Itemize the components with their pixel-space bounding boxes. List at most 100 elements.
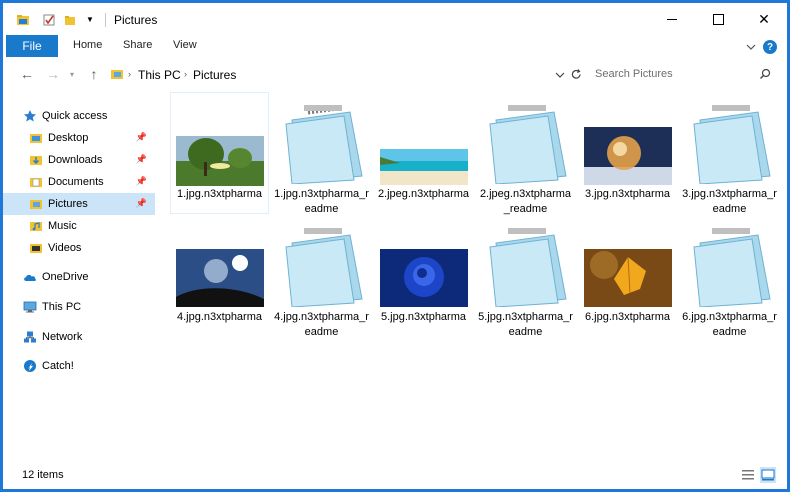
sidebar-item-label: Music <box>48 220 77 232</box>
maximize-button[interactable] <box>695 3 741 35</box>
help-button[interactable]: ? <box>763 40 777 54</box>
back-button[interactable]: ← <box>18 65 36 83</box>
notepad-icon <box>285 228 363 307</box>
search-icon[interactable] <box>759 68 771 80</box>
breadcrumb-this-pc[interactable]: This PC <box>138 68 181 82</box>
address-bar[interactable]: › This PC › Pictures <box>106 64 582 85</box>
title-separator <box>105 13 106 27</box>
navigation-pane: Quick access Desktop 📌 Downloads 📌 Docum… <box>3 99 155 389</box>
sidebar-item-label: Catch! <box>42 360 74 372</box>
file-name: 6.jpg.n3xtpharma_readme <box>682 311 777 338</box>
tab-file[interactable]: File <box>6 35 58 57</box>
file-item[interactable]: 3.jpg.n3xtpharma_readme <box>681 93 778 215</box>
file-item[interactable]: 4.jpg.n3xtpharma <box>171 217 268 337</box>
notepad-icon <box>489 105 567 184</box>
star-icon <box>24 110 36 122</box>
sidebar-item-desktop[interactable]: Desktop 📌 <box>29 127 155 149</box>
image-thumbnail <box>176 249 264 307</box>
new-folder-icon[interactable] <box>63 12 77 28</box>
explorer-window: ▼ Pictures ✕ File Home Share View ? ← → … <box>0 0 790 492</box>
notepad-icon <box>285 105 363 184</box>
image-thumbnail <box>584 127 672 185</box>
file-item[interactable]: 2.jpeg.n3xtpharma_readme <box>477 93 574 215</box>
sidebar-item-downloads[interactable]: Downloads 📌 <box>29 149 155 171</box>
tab-home[interactable]: Home <box>73 39 102 51</box>
refresh-icon[interactable] <box>570 68 583 81</box>
close-button[interactable]: ✕ <box>741 3 787 35</box>
file-item[interactable]: 5.jpg.n3xtpharma_readme <box>477 217 574 338</box>
sidebar-item-videos[interactable]: Videos <box>29 237 155 259</box>
details-view-icon[interactable] <box>740 467 756 483</box>
folder-app-icon <box>17 15 29 25</box>
ribbon-tabs: File Home Share View ? <box>3 35 787 59</box>
image-thumbnail <box>380 149 468 185</box>
sidebar-item-pictures[interactable]: Pictures 📌 <box>3 193 155 215</box>
downloads-folder-icon <box>30 156 42 165</box>
properties-checkbox-icon[interactable] <box>42 12 56 28</box>
pictures-folder-icon <box>30 200 42 209</box>
music-folder-icon <box>30 222 42 231</box>
pin-icon[interactable]: 📌 <box>136 176 147 187</box>
file-name: 1.jpg.n3xtpharma_readme <box>274 188 369 215</box>
breadcrumb-pictures[interactable]: Pictures <box>193 68 236 82</box>
tab-view[interactable]: View <box>173 39 197 51</box>
file-name: 5.jpg.n3xtpharma <box>381 311 466 323</box>
file-item[interactable]: 1.jpg.n3xtpharma_readme <box>273 93 370 215</box>
sidebar-item-music[interactable]: Music <box>29 215 155 237</box>
file-item[interactable]: 6.jpg.n3xtpharma <box>579 217 676 337</box>
sidebar-item-catch[interactable]: Catch! <box>23 355 155 377</box>
sidebar-item-label: Quick access <box>42 110 108 122</box>
computer-icon <box>23 301 37 313</box>
sidebar-item-network[interactable]: Network <box>23 326 155 348</box>
close-icon: ✕ <box>758 10 770 27</box>
network-icon <box>24 331 36 343</box>
file-item[interactable]: 5.jpg.n3xtpharma <box>375 217 472 337</box>
minimize-button[interactable] <box>649 3 695 35</box>
customize-toolbar-dropdown[interactable]: ▼ <box>86 15 94 31</box>
forward-button[interactable]: → <box>44 65 62 83</box>
sidebar-item-documents[interactable]: Documents 📌 <box>29 171 155 193</box>
pin-icon[interactable]: 📌 <box>136 154 147 165</box>
up-button[interactable]: ↑ <box>85 65 103 83</box>
file-name: 4.jpg.n3xtpharma <box>177 311 262 323</box>
file-name: 3.jpg.n3xtpharma_readme <box>682 188 777 215</box>
sidebar-item-label: Documents <box>48 176 104 188</box>
image-thumbnail <box>380 249 468 307</box>
file-item[interactable]: 4.jpg.n3xtpharma_readme <box>273 217 370 338</box>
search-input[interactable]: Search Pictures <box>595 68 673 80</box>
sidebar-item-label: Videos <box>48 242 82 254</box>
status-bar: 12 items <box>3 465 787 489</box>
file-name: 5.jpg.n3xtpharma_readme <box>478 311 573 338</box>
expand-ribbon-icon[interactable] <box>745 41 757 53</box>
sidebar-item-onedrive[interactable]: OneDrive <box>23 266 155 288</box>
minimize-icon <box>667 18 677 20</box>
sidebar-item-label: Desktop <box>48 132 89 144</box>
documents-folder-icon <box>30 178 42 187</box>
search-box[interactable]: Search Pictures <box>589 64 777 85</box>
pin-icon[interactable]: 📌 <box>136 132 147 143</box>
file-item[interactable]: 1.jpg.n3xtpharma <box>170 92 269 214</box>
file-item[interactable]: 3.jpg.n3xtpharma <box>579 93 676 213</box>
tab-share[interactable]: Share <box>123 39 152 51</box>
file-item[interactable]: 6.jpg.n3xtpharma_readme <box>681 217 778 338</box>
sidebar-item-this-pc[interactable]: This PC <box>23 296 155 318</box>
image-thumbnail <box>584 249 672 307</box>
address-dropdown-icon[interactable] <box>554 69 566 81</box>
notepad-icon <box>693 105 771 184</box>
file-name: 2.jpeg.n3xtpharma_readme <box>479 188 572 215</box>
up-arrow-icon: ↑ <box>90 66 98 82</box>
pictures-folder-icon <box>111 70 123 79</box>
file-item[interactable]: 2.jpeg.n3xtpharma <box>375 93 472 213</box>
sidebar-item-label: This PC <box>42 301 82 313</box>
forward-arrow-icon: → <box>46 66 60 82</box>
sidebar-item-label: Network <box>42 331 83 343</box>
sidebar-item-quick-access[interactable]: Quick access <box>23 105 155 127</box>
recent-locations-button[interactable]: ▾ <box>63 65 81 83</box>
chevron-down-icon: ▾ <box>69 69 74 79</box>
title-bar: ▼ Pictures ✕ <box>3 3 787 35</box>
large-icons-view-icon[interactable] <box>760 467 776 483</box>
desktop-folder-icon <box>30 134 42 143</box>
maximize-icon <box>712 13 724 25</box>
notepad-icon <box>489 228 567 307</box>
pin-icon[interactable]: 📌 <box>136 198 147 209</box>
